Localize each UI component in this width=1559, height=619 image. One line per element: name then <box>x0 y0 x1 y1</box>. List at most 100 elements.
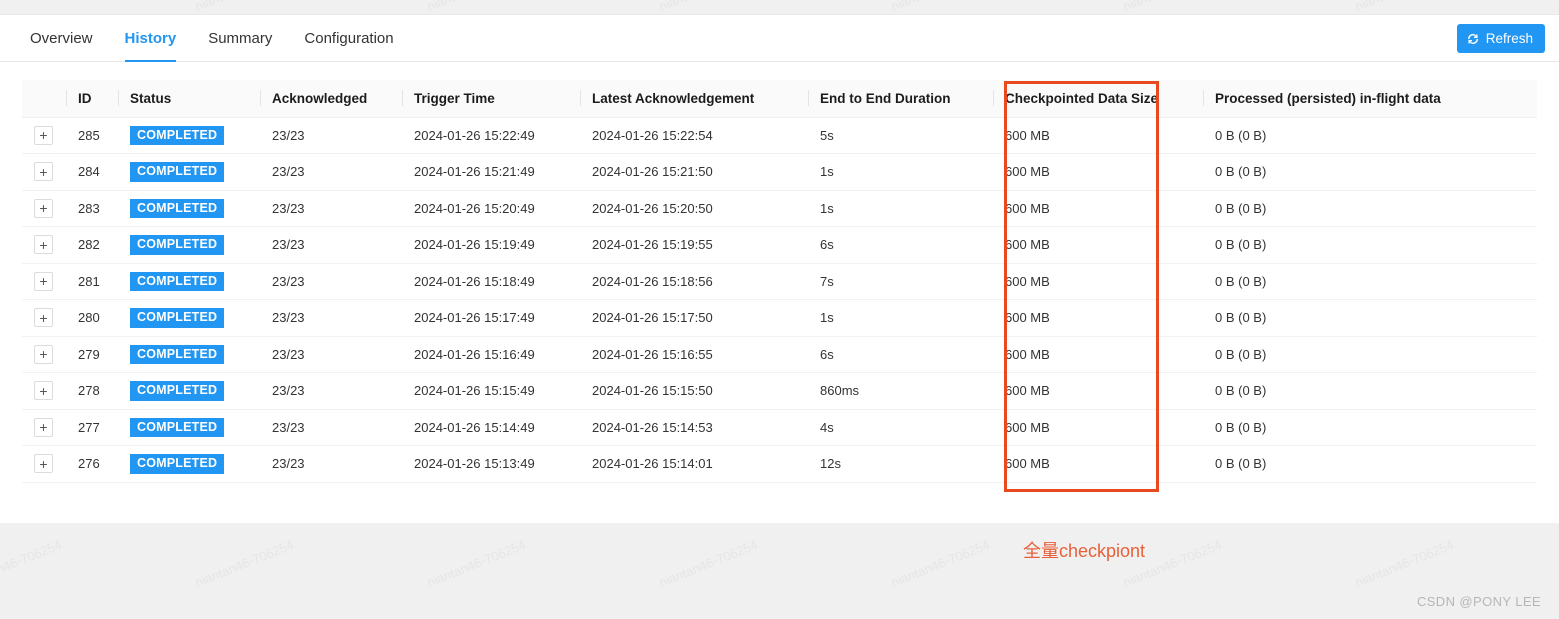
cell-status: COMPLETED <box>118 409 260 446</box>
cell-acknowledged: 23/23 <box>260 263 402 300</box>
column-header-expand <box>22 80 66 118</box>
row-expand-icon[interactable]: + <box>34 344 53 364</box>
cell-expand[interactable]: + <box>22 372 66 410</box>
cell-checkpointed-data-size: 600 MB <box>993 445 1203 483</box>
cell-latest-acknowledgement: 2024-01-26 15:22:54 <box>580 117 808 154</box>
cell-checkpointed-data-size: 600 MB <box>993 299 1203 337</box>
cell-expand[interactable]: + <box>22 299 66 337</box>
row-expand-icon[interactable]: + <box>34 198 53 218</box>
tab-bar: Overview History Summary Configuration R… <box>0 15 1559 62</box>
status-badge: COMPLETED <box>130 454 225 474</box>
table-row[interactable]: +280 COMPLETED 23/23 2024-01-26 15:17:49 202… <box>22 299 1537 337</box>
cell-expand[interactable]: + <box>22 445 66 483</box>
cell-acknowledged: 23/23 <box>260 226 402 264</box>
watermark-text: niantan46-706254 <box>1121 0 1224 14</box>
table-row[interactable]: +282 COMPLETED 23/23 2024-01-26 15:19:49 202… <box>22 226 1537 264</box>
cell-acknowledged: 23/23 <box>260 372 402 410</box>
csdn-credit-watermark: CSDN @PONY LEE <box>1416 594 1541 609</box>
cell-processed-inflight-data: 0 B (0 B) <box>1203 263 1537 300</box>
cell-expand[interactable]: + <box>22 226 66 264</box>
cell-id: 276 <box>66 445 118 483</box>
row-expand-icon[interactable]: + <box>34 125 53 145</box>
row-expand-icon[interactable]: + <box>34 271 53 291</box>
status-badge: COMPLETED <box>130 417 225 437</box>
cell-end-to-end-duration: 5s <box>808 117 993 154</box>
status-badge: COMPLETED <box>130 381 225 401</box>
tab-summary[interactable]: Summary <box>192 15 288 61</box>
watermark-text: niantan46-706254 <box>0 536 64 591</box>
cell-status: COMPLETED <box>118 153 260 191</box>
tab-overview-label: Overview <box>30 29 93 47</box>
cell-id: 279 <box>66 336 118 373</box>
cell-latest-acknowledgement: 2024-01-26 15:16:55 <box>580 336 808 373</box>
column-header-checkpointed-data-size[interactable]: Checkpointed Data Size <box>993 80 1203 118</box>
cell-expand[interactable]: + <box>22 336 66 373</box>
column-header-id[interactable]: ID <box>66 80 118 118</box>
cell-status: COMPLETED <box>118 117 260 154</box>
status-badge: COMPLETED <box>130 344 225 364</box>
cell-checkpointed-data-size: 600 MB <box>993 263 1203 300</box>
cell-processed-inflight-data: 0 B (0 B) <box>1203 409 1537 446</box>
cell-id: 281 <box>66 263 118 300</box>
table-row[interactable]: +284 COMPLETED 23/23 2024-01-26 15:21:49 202… <box>22 153 1537 191</box>
cell-trigger-time: 2024-01-26 15:16:49 <box>402 336 580 373</box>
cell-checkpointed-data-size: 600 MB <box>993 117 1203 154</box>
cell-checkpointed-data-size: 600 MB <box>993 153 1203 191</box>
row-expand-icon[interactable]: + <box>34 417 53 437</box>
row-expand-icon[interactable]: + <box>34 381 53 401</box>
watermark-text: niantan46-706254 <box>193 536 296 591</box>
column-header-status[interactable]: Status <box>118 80 260 118</box>
column-header-trigger-time[interactable]: Trigger Time <box>402 80 580 118</box>
cell-trigger-time: 2024-01-26 15:15:49 <box>402 372 580 410</box>
table-row[interactable]: +277 COMPLETED 23/23 2024-01-26 15:14:49 202… <box>22 409 1537 446</box>
cell-acknowledged: 23/23 <box>260 117 402 154</box>
cell-latest-acknowledgement: 2024-01-26 15:18:56 <box>580 263 808 300</box>
cell-expand[interactable]: + <box>22 190 66 227</box>
cell-status: COMPLETED <box>118 299 260 337</box>
row-expand-icon[interactable]: + <box>34 454 53 474</box>
watermark-text: niantan46-706254 <box>1353 0 1456 14</box>
status-badge: COMPLETED <box>130 162 225 182</box>
cell-id: 285 <box>66 117 118 154</box>
tab-summary-label: Summary <box>208 29 273 47</box>
table-row[interactable]: +283 COMPLETED 23/23 2024-01-26 15:20:49 202… <box>22 190 1537 227</box>
cell-processed-inflight-data: 0 B (0 B) <box>1203 190 1537 227</box>
table-row[interactable]: +276 COMPLETED 23/23 2024-01-26 15:13:49 202… <box>22 445 1537 483</box>
column-header-latest-acknowledgement[interactable]: Latest Acknowledgement <box>580 80 808 118</box>
row-expand-icon[interactable]: + <box>34 162 53 182</box>
checkpoint-table-container: ID Status Acknowledged Trigger Time Late… <box>0 62 1559 483</box>
refresh-button[interactable]: Refresh <box>1456 24 1545 53</box>
watermark-text: niantan46-706254 <box>425 0 528 14</box>
row-expand-icon[interactable]: + <box>34 235 53 255</box>
column-header-processed-inflight-data[interactable]: Processed (persisted) in-flight data <box>1203 80 1537 118</box>
table-body: +285 COMPLETED 23/23 2024-01-26 15:22:49 202… <box>22 117 1537 483</box>
cell-status: COMPLETED <box>118 445 260 483</box>
table-row[interactable]: +285 COMPLETED 23/23 2024-01-26 15:22:49 202… <box>22 117 1537 154</box>
tab-configuration[interactable]: Configuration <box>288 15 409 61</box>
watermark-text: niantan46-706254 <box>889 536 992 591</box>
watermark-text: niantan46-706254 <box>657 536 760 591</box>
cell-expand[interactable]: + <box>22 153 66 191</box>
cell-trigger-time: 2024-01-26 15:18:49 <box>402 263 580 300</box>
refresh-circle-icon <box>1466 32 1480 46</box>
cell-expand[interactable]: + <box>22 263 66 300</box>
tab-overview[interactable]: Overview <box>14 15 109 61</box>
table-row[interactable]: +279 COMPLETED 23/23 2024-01-26 15:16:49 202… <box>22 336 1537 373</box>
cell-acknowledged: 23/23 <box>260 190 402 227</box>
cell-expand[interactable]: + <box>22 117 66 154</box>
table-row[interactable]: +281 COMPLETED 23/23 2024-01-26 15:18:49 202… <box>22 263 1537 300</box>
cell-end-to-end-duration: 12s <box>808 445 993 483</box>
column-header-acknowledged[interactable]: Acknowledged <box>260 80 402 118</box>
status-badge: COMPLETED <box>130 198 225 218</box>
table-row[interactable]: +278 COMPLETED 23/23 2024-01-26 15:15:49 202… <box>22 372 1537 410</box>
row-expand-icon[interactable]: + <box>34 308 53 328</box>
column-header-end-to-end-duration[interactable]: End to End Duration <box>808 80 993 118</box>
cell-trigger-time: 2024-01-26 15:22:49 <box>402 117 580 154</box>
cell-processed-inflight-data: 0 B (0 B) <box>1203 372 1537 410</box>
cell-status: COMPLETED <box>118 263 260 300</box>
cell-expand[interactable]: + <box>22 409 66 446</box>
tab-history[interactable]: History <box>109 15 193 62</box>
cell-trigger-time: 2024-01-26 15:13:49 <box>402 445 580 483</box>
cell-latest-acknowledgement: 2024-01-26 15:19:55 <box>580 226 808 264</box>
cell-acknowledged: 23/23 <box>260 445 402 483</box>
